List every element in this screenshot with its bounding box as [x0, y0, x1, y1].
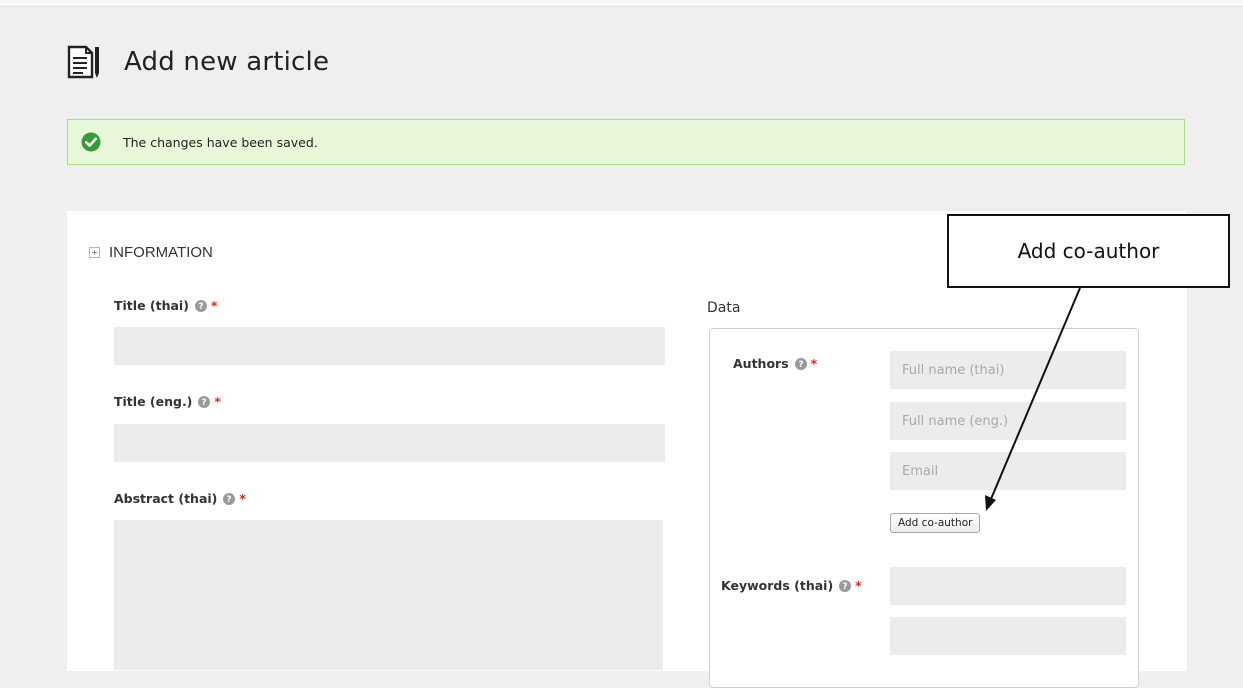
- email-input[interactable]: [890, 452, 1126, 490]
- authors-label-text: Authors: [733, 356, 789, 371]
- required-mark: *: [855, 578, 862, 593]
- keywords-thai-input-2[interactable]: [890, 617, 1126, 655]
- expand-plus-icon: [89, 247, 100, 258]
- help-icon[interactable]: ?: [198, 395, 211, 408]
- abstract-thai-textarea[interactable]: [114, 520, 663, 670]
- keywords-thai-label: Keywords (thai) ? *: [721, 578, 862, 593]
- title-thai-label-text: Title (thai): [114, 298, 189, 313]
- document-edit-icon: [67, 45, 99, 79]
- title-eng-input[interactable]: [114, 424, 665, 462]
- title-thai-input[interactable]: [114, 327, 665, 365]
- abstract-thai-label-text: Abstract (thai): [114, 491, 218, 506]
- title-eng-label-text: Title (eng.): [114, 394, 193, 409]
- page-header: Add new article: [66, 42, 329, 82]
- svg-text:?: ?: [798, 360, 803, 370]
- required-mark: *: [239, 491, 246, 506]
- keywords-thai-input[interactable]: [890, 567, 1126, 605]
- add-coauthor-button[interactable]: Add co-author: [890, 513, 981, 533]
- help-icon[interactable]: ?: [194, 299, 207, 312]
- help-icon[interactable]: ?: [839, 579, 852, 592]
- abstract-thai-label: Abstract (thai) ? *: [114, 491, 246, 506]
- authors-label: Authors ? *: [733, 356, 817, 371]
- alert-message: The changes have been saved.: [123, 134, 318, 150]
- help-icon[interactable]: ?: [794, 357, 807, 370]
- data-section-title: Data: [707, 300, 741, 316]
- success-alert: The changes have been saved.: [67, 119, 1185, 165]
- annotation-callout: Add co-author: [947, 214, 1230, 288]
- section-title: INFORMATION: [109, 244, 213, 261]
- help-icon[interactable]: ?: [223, 492, 236, 505]
- title-thai-label: Title (thai) ? *: [114, 298, 217, 313]
- check-circle-icon: [81, 132, 101, 152]
- svg-text:?: ?: [198, 302, 203, 312]
- fullname-eng-input[interactable]: [890, 402, 1126, 440]
- top-border: [0, 0, 1243, 7]
- svg-text:?: ?: [227, 495, 232, 505]
- page-title: Add new article: [124, 47, 330, 77]
- title-eng-label: Title (eng.) ? *: [114, 394, 221, 409]
- required-mark: *: [210, 298, 218, 313]
- required-mark: *: [214, 394, 221, 409]
- fullname-thai-input[interactable]: [890, 351, 1126, 389]
- section-header[interactable]: INFORMATION: [89, 244, 213, 261]
- svg-text:?: ?: [843, 582, 848, 592]
- svg-text:?: ?: [202, 398, 207, 408]
- keywords-thai-label-text: Keywords (thai): [721, 578, 834, 593]
- required-mark: *: [810, 356, 818, 371]
